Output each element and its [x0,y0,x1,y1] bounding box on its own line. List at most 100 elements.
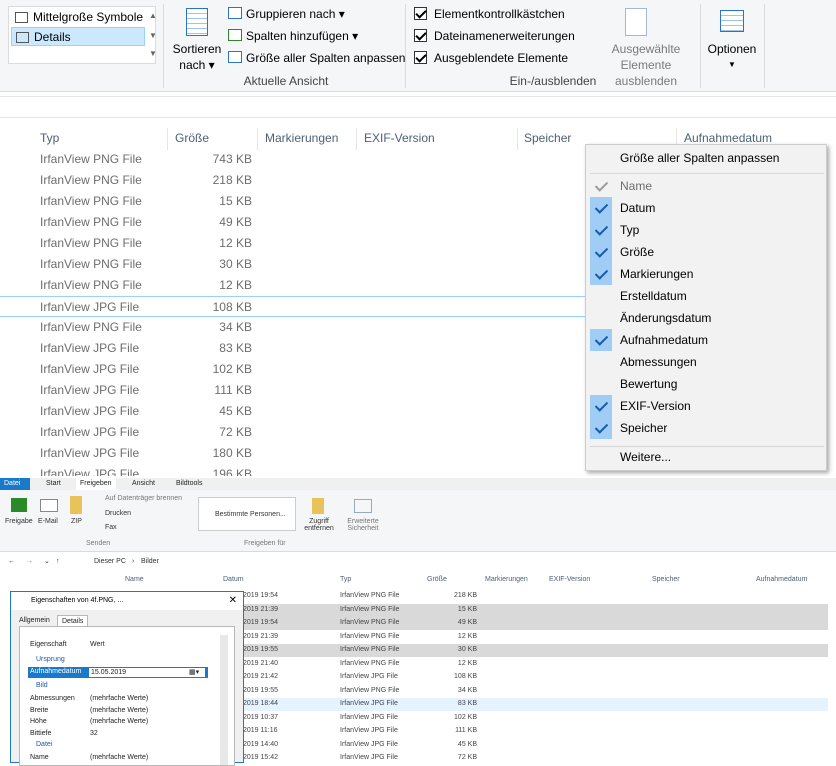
menu-item-column-toggle[interactable]: Speicher [586,417,826,439]
tab-general[interactable]: Allgemein [19,617,50,624]
back-icon[interactable]: ← [8,555,15,569]
mini-header-date-taken[interactable]: Aufnahmedatum [756,576,807,583]
mini-header-tags[interactable]: Markierungen [485,576,528,583]
tab-file[interactable]: Datei [0,478,30,490]
up-icon[interactable]: ↑ [56,555,60,569]
column-header-type[interactable]: Typ [40,130,59,147]
history-icon[interactable]: ⌄ [44,555,50,569]
date-taken-row[interactable]: Aufnahmedatum 15.05.2019 ▦▾ [28,667,208,678]
menu-item-column-toggle[interactable]: Erstelldatum [586,285,826,307]
menu-item-column-toggle[interactable]: Bewertung [586,373,826,395]
column-divider[interactable] [517,128,518,150]
calendar-icon[interactable]: ▦▾ [189,668,199,676]
burn-button[interactable]: Auf Datenträger brennen [93,495,182,502]
menu-item-column-toggle[interactable]: Markierungen [586,263,826,285]
scrollbar[interactable] [220,635,228,765]
column-divider[interactable] [167,128,168,150]
mini-table-row[interactable]: 2019 21:39 IrfanView PNG File 12 KB [243,631,828,644]
fax-button[interactable]: Fax [93,524,117,531]
table-row[interactable]: IrfanView JPG File 111 KB [0,380,600,401]
mini-table-row[interactable]: 2019 21:40 IrfanView PNG File 12 KB [243,658,828,671]
layout-medium-icons[interactable]: Mittelgroße Symbole [11,8,145,27]
date-taken-input[interactable]: 15.05.2019 ▦▾ [88,667,206,678]
print-button[interactable]: Drucken [93,510,131,517]
mini-table-row[interactable]: 2019 19:54 IrfanView PNG File 218 KB [243,590,828,603]
options-button[interactable]: Optionen ▼ [702,41,762,73]
mini-header-exif[interactable]: EXIF-Version [549,576,590,583]
menu-item-column-toggle[interactable]: Datum [586,197,826,219]
file-extensions-toggle[interactable]: Dateinamenerweiterungen [414,28,594,44]
table-row[interactable]: IrfanView PNG File 218 KB [0,170,600,191]
tab-share[interactable]: Freigeben [76,478,116,490]
address-bar[interactable] [0,96,836,118]
menu-item-column-toggle[interactable]: Typ [586,219,826,241]
checkbox-checked[interactable] [414,29,427,42]
table-row[interactable]: IrfanView PNG File 49 KB [0,212,600,233]
table-row[interactable]: IrfanView JPG File 180 KB [0,443,600,464]
group-by-button[interactable]: Gruppieren nach ▾ [228,6,418,22]
table-row[interactable]: IrfanView JPG File 72 KB [0,422,600,443]
item-checkboxes-toggle[interactable]: Elementkontrollkästchen [414,6,594,22]
expand-gallery-icon[interactable]: ▼ [149,49,157,58]
mini-header-storage[interactable]: Speicher [652,576,680,583]
table-row[interactable]: IrfanView JPG File 108 KB [0,296,600,317]
column-header-storage[interactable]: Speicher [524,130,571,147]
hidden-items-toggle[interactable]: Ausgeblendete Elemente [414,50,594,66]
menu-item-fit-all-columns[interactable]: Größe aller Spalten anpassen [586,147,826,169]
mini-header-size[interactable]: Größe [427,576,447,583]
mini-table-row[interactable]: 2019 11:16 IrfanView JPG File 111 KB [243,725,828,738]
mini-table-row[interactable]: 2019 19:55 IrfanView PNG File 34 KB [243,685,828,698]
table-row[interactable]: IrfanView PNG File 12 KB [0,275,600,296]
table-row[interactable]: IrfanView JPG File 102 KB [0,359,600,380]
stop-sharing-button[interactable]: Zugriff entfernen [302,518,336,532]
tab-view[interactable]: Ansicht [128,478,159,490]
scroll-up-icon[interactable]: ▲ [149,11,157,20]
mini-table-row[interactable]: 2019 21:39 IrfanView PNG File 15 KB [243,603,828,617]
menu-item-column-toggle[interactable]: Abmessungen [586,351,826,373]
table-row[interactable]: IrfanView PNG File 15 KB [0,191,600,212]
menu-item-column-toggle[interactable]: EXIF-Version [586,395,826,417]
forward-icon[interactable]: → [26,555,33,569]
tab-picture-tools[interactable]: Bildtools [172,478,206,490]
mini-table-row[interactable]: 2019 21:42 IrfanView JPG File 108 KB [243,671,828,684]
checkbox-checked[interactable] [414,7,427,20]
breadcrumb-this-pc[interactable]: Dieser PC [94,555,126,569]
layout-details[interactable]: Details [11,27,145,46]
table-row[interactable]: IrfanView JPG File 83 KB [0,338,600,359]
specific-people-item[interactable]: Bestimmte Personen... [215,511,286,518]
mini-header-date[interactable]: Datum [223,576,244,583]
scroll-down-icon[interactable]: ▼ [149,31,157,40]
table-row[interactable]: IrfanView PNG File 12 KB [0,233,600,254]
tab-start[interactable]: Start [42,478,65,490]
add-columns-button[interactable]: Spalten hinzufügen ▾ [228,28,418,44]
breadcrumb-pictures[interactable]: Bilder [141,555,159,569]
sort-button[interactable]: Sortieren nach ▾ [170,41,224,73]
mini-table-row[interactable]: 2019 15:42 IrfanView JPG File 72 KB [243,752,828,765]
menu-item-column-toggle[interactable]: Aufnahmedatum [586,329,826,351]
column-header-tags[interactable]: Markierungen [265,130,338,147]
column-header-exif[interactable]: EXIF-Version [364,130,435,147]
menu-item-column-toggle[interactable]: Größe [586,241,826,263]
mini-header-name[interactable]: Name [125,576,144,583]
mini-table-row[interactable]: 2019 18:44 IrfanView JPG File 83 KB [243,698,828,711]
close-icon[interactable]: ✕ [229,592,237,610]
table-row[interactable]: IrfanView PNG File 30 KB [0,254,600,275]
table-row[interactable]: IrfanView PNG File 34 KB [0,317,600,338]
share-button[interactable]: Freigabe [5,518,33,525]
column-divider[interactable] [356,128,357,150]
zip-button[interactable]: ZIP [71,518,82,525]
column-divider[interactable] [257,128,258,150]
mini-table-row[interactable]: 2019 19:54 IrfanView PNG File 49 KB [243,617,828,630]
fit-columns-button[interactable]: Größe aller Spalten anpassen [228,50,418,66]
email-button[interactable]: E-Mail [38,518,58,525]
mini-table-row[interactable]: 2019 19:55 IrfanView PNG File 30 KB [243,644,828,657]
table-row[interactable]: IrfanView JPG File 45 KB [0,401,600,422]
mini-table-row[interactable]: 2019 10:37 IrfanView JPG File 102 KB [243,712,828,725]
mini-address-bar[interactable]: ← → ⌄ ↑ Dieser PC › Bilder [0,555,836,569]
checkbox-checked[interactable] [414,51,427,64]
menu-item-column-toggle[interactable]: Änderungsdatum [586,307,826,329]
menu-item-more-columns[interactable]: Weitere... [586,446,826,468]
mini-header-type[interactable]: Typ [340,576,351,583]
mini-table-row[interactable]: 2019 14:40 IrfanView JPG File 45 KB [243,739,828,752]
table-row[interactable]: IrfanView PNG File 743 KB [0,149,600,170]
